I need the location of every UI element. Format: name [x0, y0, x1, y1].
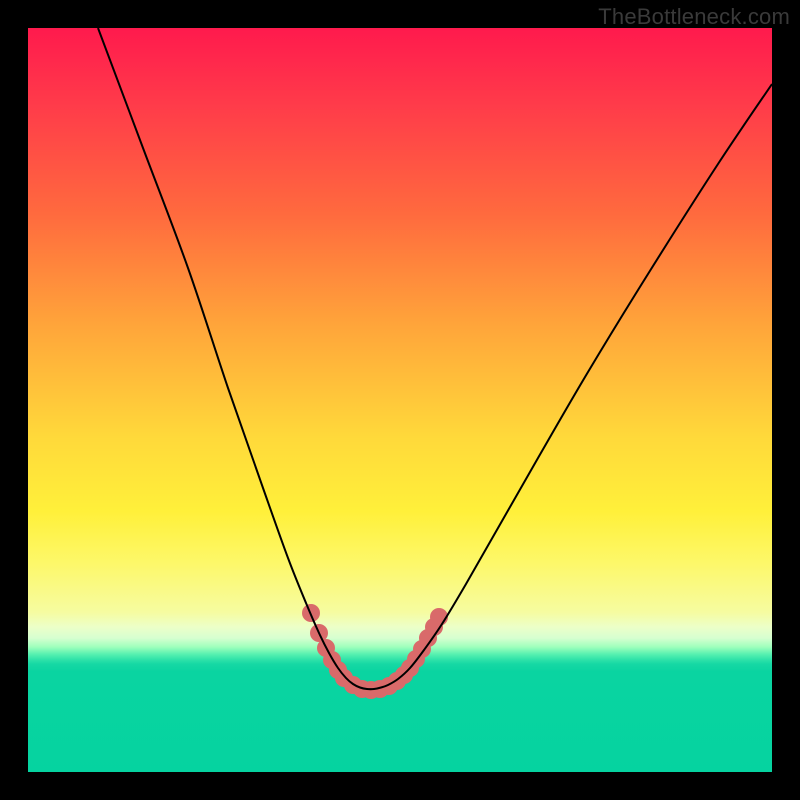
chart-frame: TheBottleneck.com	[0, 0, 800, 800]
plot-area	[28, 28, 772, 772]
watermark-text: TheBottleneck.com	[598, 4, 790, 30]
highlight-dots-group	[302, 604, 448, 699]
chart-svg	[28, 28, 772, 772]
bottleneck-curve	[98, 28, 772, 689]
